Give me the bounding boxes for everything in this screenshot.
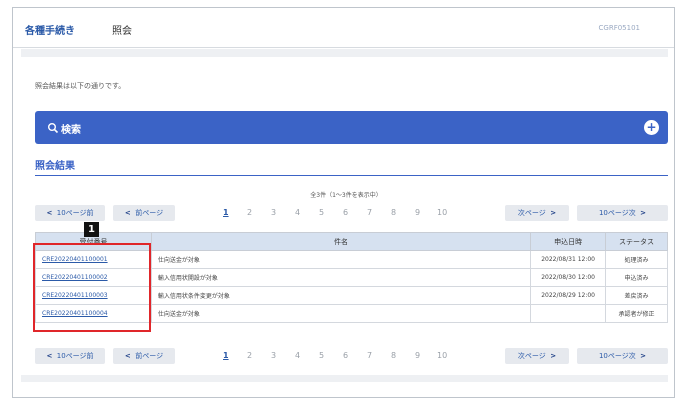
date-cell: 2022/08/29 12:00 — [530, 286, 607, 305]
page-link[interactable]: 1 — [223, 348, 229, 364]
chevron-left-icon: < — [124, 209, 131, 217]
prev-10-label: 10ページ前 — [56, 209, 94, 217]
chevron-left-icon: < — [46, 209, 53, 217]
page-link[interactable]: 9 — [415, 348, 420, 364]
page-link[interactable]: 10 — [437, 348, 447, 364]
page-numbers: 1 2 3 4 5 6 7 8 9 10 — [223, 205, 463, 221]
page-link[interactable]: 1 — [223, 205, 229, 221]
page-link[interactable]: 4 — [295, 348, 300, 364]
column-header-date[interactable]: 申込日時 — [530, 232, 607, 251]
page-link[interactable]: 8 — [391, 205, 396, 221]
chevron-left-icon: < — [124, 352, 131, 360]
intro-text: 照会結果は以下の通りです。 — [35, 82, 126, 90]
search-label: 検索 — [61, 125, 81, 136]
page-link[interactable]: 3 — [271, 348, 276, 364]
status-cell: 差戻済み — [605, 286, 668, 305]
prev-label: 前ページ — [135, 209, 164, 217]
chevron-right-icon: > — [550, 352, 557, 360]
search-icon — [48, 123, 59, 134]
next-page-button[interactable]: 次ページ > — [505, 205, 569, 221]
subject-cell: 輸入信用状条件変更が対象 — [150, 286, 532, 305]
page-link[interactable]: 6 — [343, 348, 348, 364]
column-header-subject[interactable]: 件名 — [150, 232, 532, 251]
status-cell: 申込済み — [605, 268, 668, 287]
page-link[interactable]: 3 — [271, 205, 276, 221]
date-cell: 2022/08/30 12:00 — [530, 268, 607, 287]
date-cell — [530, 304, 607, 323]
highlight-callout-box — [33, 243, 151, 332]
next-10-label: 10ページ次 — [598, 209, 636, 217]
prev-page-button[interactable]: < 前ページ — [113, 348, 175, 364]
pager-top: < 10ページ前 < 前ページ 1 2 3 4 5 6 7 8 9 10 次ペー… — [35, 205, 668, 221]
subject-cell: 仕向送金が対象 — [150, 250, 532, 269]
chevron-right-icon: > — [640, 352, 647, 360]
results-divider — [35, 175, 668, 176]
page-link[interactable]: 4 — [295, 205, 300, 221]
page-header: 各種手続き 照会 CGRF05101 — [13, 8, 674, 48]
page-link[interactable]: 9 — [415, 205, 420, 221]
next-label: 次ページ — [517, 352, 546, 360]
chevron-left-icon: < — [46, 352, 53, 360]
page-numbers: 1 2 3 4 5 6 7 8 9 10 — [223, 348, 463, 364]
page-link[interactable]: 5 — [319, 205, 324, 221]
date-cell: 2022/08/31 12:00 — [530, 250, 607, 269]
subject-cell: 輸入信用状開設が対象 — [150, 268, 532, 287]
results-title: 照会結果 — [35, 161, 75, 172]
chevron-right-icon: > — [640, 209, 647, 217]
subject-cell: 仕向送金が対象 — [150, 304, 532, 323]
next-10-pages-button[interactable]: 10ページ次 > — [577, 205, 668, 221]
content-area: 照会結果は以下の通りです。 検索 + 照会結果 全3件（1〜3件を表示中） < … — [21, 49, 668, 382]
prev-10-pages-button[interactable]: < 10ページ前 — [35, 348, 105, 364]
page-title: 照会 — [112, 26, 132, 37]
annotation-badge: 1 — [84, 222, 99, 237]
page-link[interactable]: 7 — [367, 205, 372, 221]
prev-10-label: 10ページ前 — [56, 352, 94, 360]
window: 各種手続き 照会 CGRF05101 照会結果は以下の通りです。 検索 + 照会… — [12, 7, 675, 398]
next-page-button[interactable]: 次ページ > — [505, 348, 569, 364]
breadcrumb[interactable]: 各種手続き — [25, 22, 75, 37]
page-link[interactable]: 8 — [391, 348, 396, 364]
search-accordion[interactable]: 検索 + — [35, 111, 668, 144]
result-count: 全3件（1〜3件を表示中） — [310, 192, 382, 199]
prev-page-button[interactable]: < 前ページ — [113, 205, 175, 221]
page-link[interactable]: 7 — [367, 348, 372, 364]
chevron-right-icon: > — [550, 209, 557, 217]
pager-bottom: < 10ページ前 < 前ページ 1 2 3 4 5 6 7 8 9 10 次ペー… — [35, 348, 668, 364]
status-cell: 承認者が修正 — [605, 304, 668, 323]
page-link[interactable]: 2 — [247, 205, 252, 221]
page-link[interactable]: 2 — [247, 348, 252, 364]
next-label: 次ページ — [517, 209, 546, 217]
page-link[interactable]: 5 — [319, 348, 324, 364]
page-link[interactable]: 6 — [343, 205, 348, 221]
page-link[interactable]: 10 — [437, 205, 447, 221]
screen-id: CGRF05101 — [598, 24, 640, 32]
next-10-pages-button[interactable]: 10ページ次 > — [577, 348, 668, 364]
column-header-status[interactable]: ステータス — [605, 232, 668, 251]
expand-plus-icon[interactable]: + — [644, 120, 659, 135]
prev-10-pages-button[interactable]: < 10ページ前 — [35, 205, 105, 221]
next-10-label: 10ページ次 — [598, 352, 636, 360]
prev-label: 前ページ — [135, 352, 164, 360]
status-cell: 処理済み — [605, 250, 668, 269]
